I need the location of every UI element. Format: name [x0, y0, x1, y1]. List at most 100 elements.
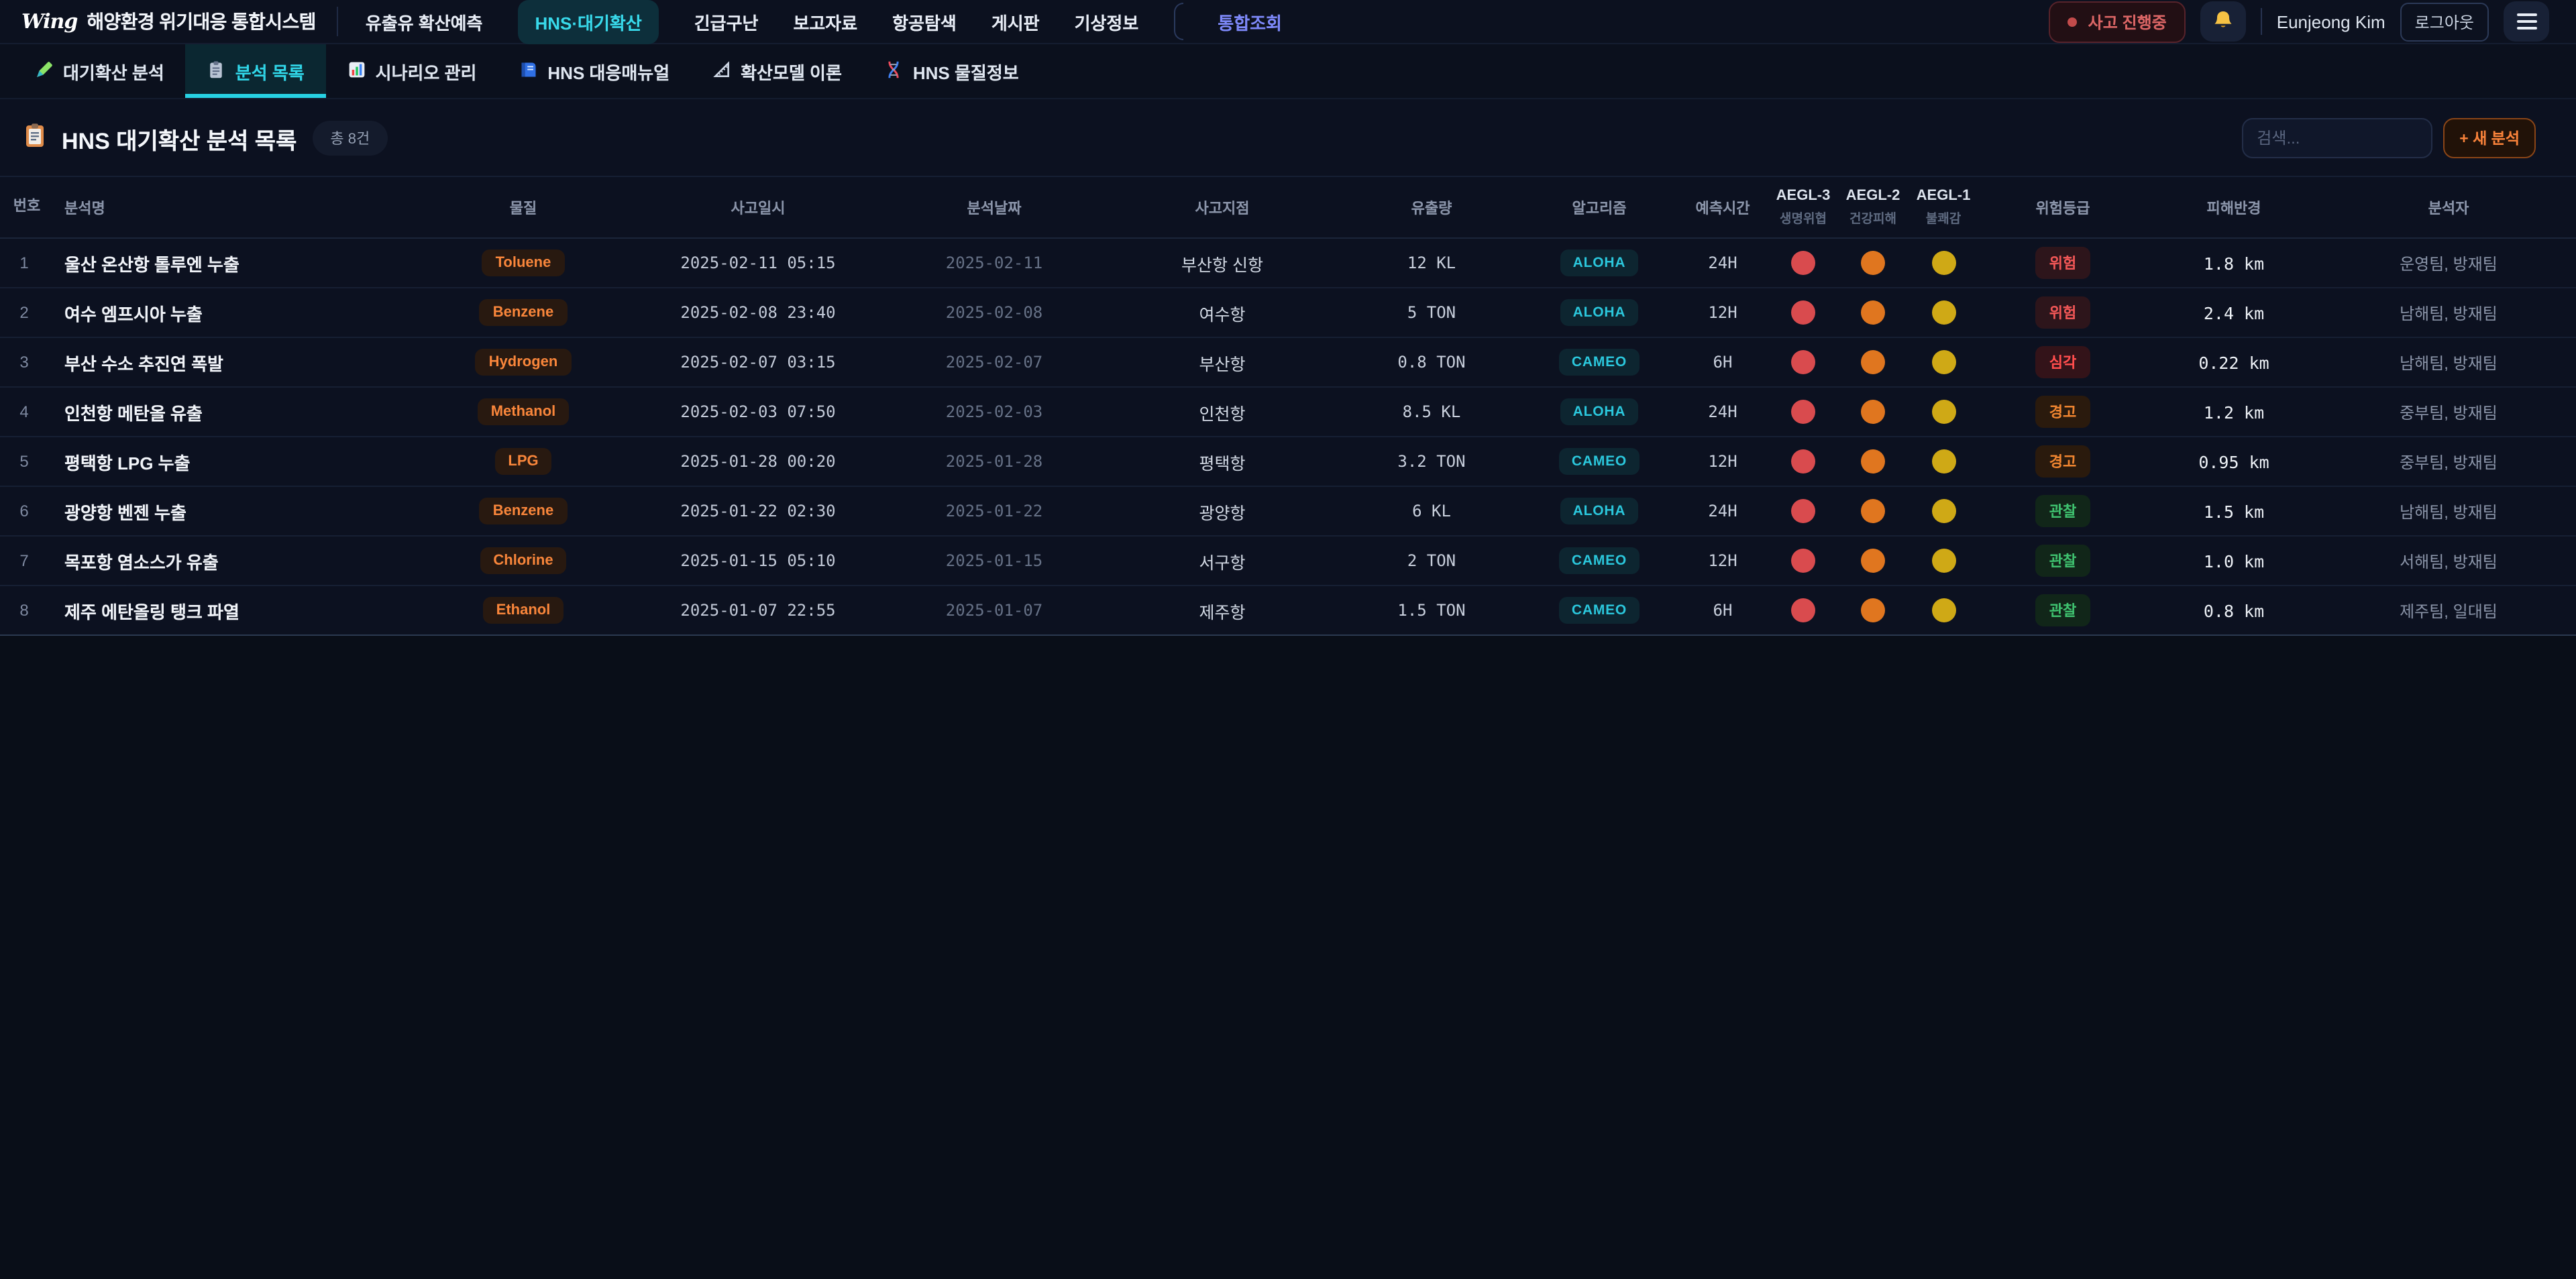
damage-radius: 0.8 km [2147, 586, 2321, 635]
material-badge: LPG [494, 448, 551, 475]
column-header-algorithm[interactable]: 알고리즘 [1521, 176, 1677, 238]
column-header-aegl3[interactable]: AEGL-3생명위협 [1768, 176, 1838, 238]
tab-4[interactable]: HNS 대응매뉴얼 [498, 44, 691, 98]
column-header-location[interactable]: 사고지점 [1103, 176, 1342, 238]
algorithm-cell: ALOHA [1521, 486, 1677, 536]
forecast-hours: 6H [1677, 337, 1768, 387]
aegl-1-cell [1908, 586, 1979, 635]
column-header-forecast[interactable]: 예측시간 [1677, 176, 1768, 238]
risk-cell: 경고 [1979, 387, 2147, 437]
algorithm-cell: ALOHA [1521, 288, 1677, 337]
nav-item-3[interactable]: 긴급구난 [694, 9, 759, 34]
spill-amount: 2 TON [1342, 536, 1521, 586]
risk-grade-badge: 위험 [2036, 247, 2090, 279]
analysis-row[interactable]: 4인천항 메탄올 유출Methanol2025-02-03 07:502025-… [0, 387, 2576, 437]
material-cell: Chlorine [416, 536, 631, 586]
forecast-hours: 24H [1677, 387, 1768, 437]
material-badge: Benzene [480, 498, 568, 524]
analyst-teams: 남해팀, 방재팀 [2321, 486, 2576, 536]
column-header-material[interactable]: 물질 [416, 176, 631, 238]
incident-datetime: 2025-01-15 05:10 [631, 536, 885, 586]
algorithm-badge: ALOHA [1561, 299, 1638, 326]
analysis-row[interactable]: 5평택항 LPG 누출LPG2025-01-28 00:202025-01-28… [0, 437, 2576, 486]
algorithm-badge: CAMEO [1560, 448, 1639, 475]
aegl-2-cell [1838, 288, 1908, 337]
logout-button[interactable]: 로그아웃 [2400, 2, 2489, 41]
aegl-2-dot-icon [1861, 300, 1885, 325]
incident-dot-icon [2068, 17, 2078, 26]
brand[interactable]: Wing 해양환경 위기대응 통합시스템 [21, 8, 316, 35]
aegl-2-cell [1838, 387, 1908, 437]
analysis-row[interactable]: 7목포항 염소스가 유출Chlorine2025-01-15 05:102025… [0, 536, 2576, 586]
column-header-label: AEGL-1 [1913, 188, 1974, 204]
tab-1[interactable]: 대기확산 분석 [13, 44, 186, 98]
aegl-2-dot-icon [1861, 449, 1885, 474]
tab-2[interactable]: 분석 목록 [186, 44, 326, 98]
row-number: 7 [0, 536, 48, 586]
tab-6[interactable]: HNS 물질정보 [863, 44, 1040, 98]
nav-item-4[interactable]: 보고자료 [793, 9, 857, 34]
material-badge: Methanol [478, 398, 570, 425]
aegl-2-cell [1838, 586, 1908, 635]
search-input[interactable] [2242, 118, 2432, 158]
nav-item-8[interactable]: 통합조회 [1218, 9, 1282, 34]
bar-chart-icon [347, 60, 366, 82]
aegl-1-dot-icon [1931, 251, 1955, 275]
aegl-1-dot-icon [1931, 300, 1955, 325]
column-header-aegl2[interactable]: AEGL-2건강피해 [1838, 176, 1908, 238]
book-icon [519, 60, 538, 82]
nav-item-2[interactable]: HNS·대기확산 [518, 0, 659, 44]
aegl-2-cell [1838, 337, 1908, 387]
analysis-row[interactable]: 8제주 에탄올링 탱크 파열Ethanol2025-01-07 22:55202… [0, 586, 2576, 635]
material-badge: Benzene [480, 299, 568, 326]
risk-grade-badge: 경고 [2036, 396, 2090, 428]
aegl-3-dot-icon [1791, 549, 1815, 573]
tab-label: 대기확산 분석 [63, 58, 164, 84]
tab-3[interactable]: 시나리오 관리 [326, 44, 498, 98]
notifications-button[interactable] [2200, 1, 2246, 42]
column-header-amount[interactable]: 유출량 [1342, 176, 1521, 238]
damage-radius: 1.2 km [2147, 387, 2321, 437]
analysis-row[interactable]: 2여수 엠프시아 누출Benzene2025-02-08 23:402025-0… [0, 288, 2576, 337]
aegl-1-dot-icon [1931, 350, 1955, 374]
forecast-hours: 24H [1677, 238, 1768, 288]
incident-datetime: 2025-02-03 07:50 [631, 387, 885, 437]
column-header-analyst[interactable]: 분석자 [2321, 176, 2576, 238]
analyst-teams: 제주팀, 일대팀 [2321, 586, 2576, 635]
nav-item-1[interactable]: 유출유 확산예측 [366, 9, 483, 34]
top-navbar: Wing 해양환경 위기대응 통합시스템 유출유 확산예측 HNS·대기확산 긴급구… [0, 0, 2576, 44]
column-header-name[interactable]: 분석명 [48, 176, 416, 238]
incident-location: 인천항 [1103, 387, 1342, 437]
analysis-row[interactable]: 6광양항 벤젠 누출Benzene2025-01-22 02:302025-01… [0, 486, 2576, 536]
incident-datetime: 2025-02-08 23:40 [631, 288, 885, 337]
user-name: Eunjeong Kim [2277, 11, 2385, 32]
algorithm-cell: ALOHA [1521, 238, 1677, 288]
forecast-hours: 12H [1677, 536, 1768, 586]
nav-item-6[interactable]: 게시판 [991, 9, 1040, 34]
column-header-analysis_date[interactable]: 분석날짜 [885, 176, 1103, 238]
triangle-ruler-icon [712, 60, 731, 82]
material-cell: Toluene [416, 238, 631, 288]
analysis-name: 울산 온산항 톨루엔 누출 [48, 238, 416, 288]
column-header-radius[interactable]: 피해반경 [2147, 176, 2321, 238]
column-header-no[interactable]: 번호 [0, 176, 48, 238]
analysis-name: 광양항 벤젠 누출 [48, 486, 416, 536]
row-number: 1 [0, 238, 48, 288]
tab-label: HNS 대응매뉴얼 [547, 58, 669, 84]
analysis-name: 인천항 메탄올 유출 [48, 387, 416, 437]
sub-tabbar: 대기확산 분석 분석 목록시나리오 관리 HNS 대응매뉴얼 확산모델 이론HNS 물… [0, 44, 2576, 99]
column-header-aegl1[interactable]: AEGL-1불쾌감 [1908, 176, 1979, 238]
analysis-row[interactable]: 3부산 수소 추진연 폭발Hydrogen2025-02-07 03:15202… [0, 337, 2576, 387]
row-number: 4 [0, 387, 48, 437]
forecast-hours: 24H [1677, 486, 1768, 536]
spill-amount: 8.5 KL [1342, 387, 1521, 437]
nav-item-7[interactable]: 기상정보 [1075, 9, 1139, 34]
new-analysis-button[interactable]: + 새 분석 [2443, 118, 2536, 158]
nav-item-5[interactable]: 항공탐색 [892, 9, 957, 34]
tab-5[interactable]: 확산모델 이론 [691, 44, 863, 98]
column-header-datetime[interactable]: 사고일시 [631, 176, 885, 238]
menu-button[interactable] [2504, 1, 2549, 42]
analysis-row[interactable]: 1울산 온산항 톨루엔 누출Toluene2025-02-11 05:15202… [0, 238, 2576, 288]
column-header-risk[interactable]: 위험등급 [1979, 176, 2147, 238]
algorithm-cell: CAMEO [1521, 536, 1677, 586]
